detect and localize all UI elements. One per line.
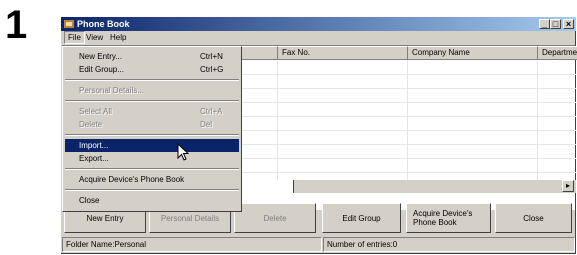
menu-separator [65,168,239,170]
menu-help[interactable]: Help [107,32,129,43]
column-header-department[interactable]: Departme [538,46,577,60]
menu-separator [65,79,239,81]
menu-item-select-all[interactable]: Select All Ctrl+A [65,105,239,118]
scroll-right-icon[interactable]: ▸ [562,180,574,192]
menu-item-personal-details[interactable]: Personal Details... [65,84,239,97]
menu-file[interactable]: File [64,31,85,44]
title-bar[interactable]: Phone Book _ □ × [61,17,576,31]
file-menu-dropdown: New Entry... Ctrl+N Edit Group... Ctrl+G… [62,46,242,212]
step-number: 1 [5,3,28,47]
minimize-button[interactable]: _ [539,19,550,29]
mouse-pointer-icon [177,143,189,161]
column-header-company[interactable]: Company Name [408,46,538,60]
close-button[interactable]: Close [495,203,572,233]
status-entry-count: Number of entries:0 [323,237,575,252]
menu-separator [65,134,239,136]
column-header-fax[interactable]: Fax No. [278,46,408,60]
scroll-thumb-edge [293,180,294,193]
menu-item-delete[interactable]: Delete Del [65,118,239,131]
acquire-phone-book-button[interactable]: Acquire Device's Phone Book [406,203,491,233]
status-bar: Folder Name:Personal Number of entries:0 [62,237,575,253]
menu-item-acquire-phone-book[interactable]: Acquire Device's Phone Book [65,173,239,186]
grid-line [407,60,408,180]
menu-separator [65,100,239,102]
delete-button[interactable]: Delete [234,203,316,233]
grid-line [277,60,278,180]
menu-item-close[interactable]: Close [65,194,239,207]
menu-item-export[interactable]: Export... [65,152,239,165]
menu-separator [65,189,239,191]
menu-item-new-entry[interactable]: New Entry... Ctrl+N [65,50,239,63]
close-window-button[interactable]: × [563,19,574,29]
horizontal-scrollbar[interactable]: ▸ [293,180,576,193]
menu-view[interactable]: View [83,32,106,43]
menu-bar: File View Help [61,31,576,44]
grid-line [537,60,538,180]
status-folder-name: Folder Name:Personal [62,237,322,252]
edit-group-button[interactable]: Edit Group [322,203,401,233]
menu-item-import[interactable]: Import... [65,139,239,152]
maximize-button[interactable]: □ [550,19,561,29]
window-title: Phone Book [77,19,130,29]
menu-item-edit-group[interactable]: Edit Group... Ctrl+G [65,63,239,76]
phone-book-app-icon [64,20,74,28]
